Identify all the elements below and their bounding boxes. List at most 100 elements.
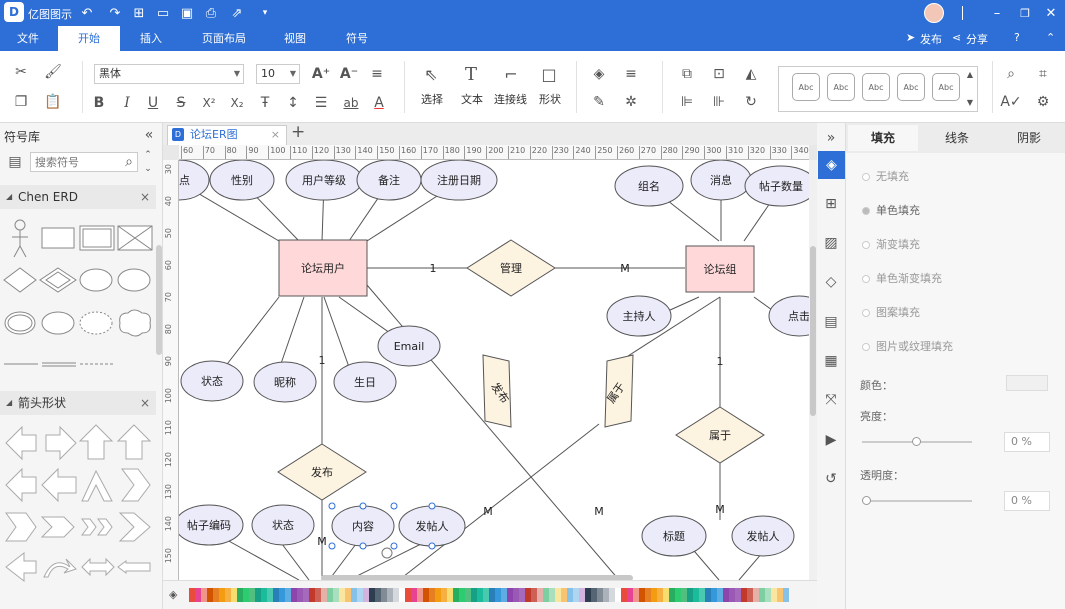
- open-file-icon[interactable]: ▭: [152, 2, 174, 24]
- style-preset-2[interactable]: Abc: [827, 73, 855, 101]
- color-picker[interactable]: [1006, 375, 1048, 391]
- search-icon[interactable]: ⌕: [118, 151, 140, 173]
- library-scrollbar[interactable]: [156, 245, 162, 355]
- layout-icon[interactable]: ⊞: [820, 193, 842, 215]
- format-painter-icon[interactable]: 🖌: [42, 61, 64, 83]
- close-section-icon[interactable]: ×: [140, 185, 150, 209]
- tab-line[interactable]: 线条: [922, 125, 992, 151]
- effects-icon[interactable]: ✲: [620, 91, 642, 113]
- close-section-icon[interactable]: ×: [140, 391, 150, 415]
- text-tool-label[interactable]: 文本: [461, 91, 483, 107]
- selection-handle[interactable]: [359, 542, 367, 550]
- line-style-icon[interactable]: ≡: [620, 63, 642, 85]
- color-swatches[interactable]: [189, 588, 809, 602]
- italic-icon[interactable]: I: [116, 92, 138, 114]
- slider-knob[interactable]: [912, 437, 921, 446]
- transparency-input[interactable]: 0 %: [1004, 491, 1050, 511]
- brightness-input[interactable]: 0 %: [1004, 432, 1050, 452]
- share-button[interactable]: 分享: [966, 31, 988, 47]
- bullet-list-icon[interactable]: ☰: [310, 92, 332, 114]
- add-tab-icon[interactable]: +: [291, 122, 305, 142]
- redo-icon[interactable]: ↷: [104, 2, 126, 24]
- font-name-select[interactable]: 黑体 ▼: [94, 64, 244, 84]
- close-tab-icon[interactable]: ×: [271, 126, 280, 144]
- selection-handle[interactable]: [428, 502, 436, 510]
- superscript-icon[interactable]: X²: [198, 92, 220, 114]
- transparency-slider[interactable]: [862, 496, 972, 505]
- page-icon[interactable]: ▤: [820, 311, 842, 333]
- selection-handle[interactable]: [390, 502, 398, 510]
- menu-symbols[interactable]: 符号: [330, 26, 384, 51]
- image-icon[interactable]: ▨: [820, 232, 842, 254]
- brightness-slider[interactable]: [862, 437, 972, 446]
- publish-icon[interactable]: ➤: [906, 31, 915, 44]
- find-icon[interactable]: ⌕: [1000, 63, 1022, 85]
- connector-tool-icon[interactable]: ⌐: [500, 63, 522, 85]
- line-spacing-icon[interactable]: ↕: [282, 92, 304, 114]
- minimize-icon[interactable]: –: [986, 2, 1008, 24]
- export-icon[interactable]: ⇗: [226, 2, 248, 24]
- er-diagram-canvas[interactable]: 论坛用户论坛组管理发布发布属于属于户点性别用户等级备注注册日期组名消息帖子数量主…: [179, 160, 809, 580]
- presentation-icon[interactable]: ▶: [820, 429, 842, 451]
- fill-panel-icon[interactable]: ◈: [818, 151, 845, 179]
- rotate-icon[interactable]: ↻: [740, 91, 762, 113]
- font-color-icon[interactable]: A: [368, 92, 390, 114]
- collapse-ribbon-icon[interactable]: ⌃: [1046, 31, 1055, 44]
- size-icon[interactable]: ⊡: [708, 63, 730, 85]
- fill-bucket-icon[interactable]: ◈: [588, 63, 610, 85]
- select-tool-icon[interactable]: ⇖: [420, 63, 442, 85]
- select-tool-label[interactable]: 选择: [421, 91, 443, 107]
- undo-icon[interactable]: ↶: [76, 2, 98, 24]
- connector-tool-label[interactable]: 连接线: [494, 91, 527, 107]
- text-case-icon[interactable]: Ŧ: [254, 92, 276, 114]
- menu-page-layout[interactable]: 页面布局: [190, 26, 258, 51]
- close-icon[interactable]: ✕: [1040, 2, 1062, 24]
- help-icon[interactable]: ?: [1014, 31, 1020, 44]
- section-arrow-shapes[interactable]: ◢ 箭头形状 ×: [0, 391, 156, 415]
- fill-option-picture[interactable]: 图片或纹理填充: [862, 338, 953, 354]
- copy-icon[interactable]: ❐: [10, 91, 32, 113]
- rotate-handle-icon[interactable]: [381, 547, 393, 559]
- share-icon[interactable]: ⋖: [952, 31, 961, 44]
- tab-shadow[interactable]: 阴影: [994, 125, 1064, 151]
- distribute-icon[interactable]: ⊪: [708, 91, 730, 113]
- color-swatch[interactable]: [783, 588, 789, 602]
- print-icon[interactable]: ⎙: [200, 2, 222, 24]
- history-icon[interactable]: ↺: [820, 468, 842, 490]
- text-tool-icon[interactable]: T: [460, 63, 482, 85]
- quick-access-dropdown-icon[interactable]: ▾: [254, 2, 276, 24]
- pen-icon[interactable]: ✎: [588, 91, 610, 113]
- fill-option-single-gradient[interactable]: 单色渐变填充: [862, 270, 942, 286]
- menu-insert[interactable]: 插入: [124, 26, 178, 51]
- collapse-panel-icon[interactable]: «: [138, 124, 160, 146]
- section-chen-erd[interactable]: ◢ Chen ERD ×: [0, 185, 156, 209]
- user-avatar[interactable]: [924, 3, 944, 23]
- publish-button[interactable]: 发布: [920, 31, 942, 47]
- strikethrough-icon[interactable]: S: [170, 92, 192, 114]
- selection-handle[interactable]: [390, 542, 398, 550]
- fill-option-pattern[interactable]: 图案填充: [862, 304, 920, 320]
- increase-font-icon[interactable]: A⁺: [310, 63, 332, 85]
- font-size-select[interactable]: 10 ▼: [256, 64, 300, 84]
- restore-icon[interactable]: ❐: [1014, 2, 1036, 24]
- scrollbar-thumb[interactable]: [810, 246, 816, 416]
- underline-icon[interactable]: U: [142, 92, 164, 114]
- style-preset-1[interactable]: Abc: [792, 73, 820, 101]
- selection-handle[interactable]: [428, 542, 436, 550]
- fill-option-none[interactable]: 无填充: [862, 168, 909, 184]
- cut-icon[interactable]: ✂: [10, 61, 32, 83]
- document-tab[interactable]: D 论坛ER图 ×: [167, 125, 287, 145]
- style-preset-4[interactable]: Abc: [897, 73, 925, 101]
- group-icon[interactable]: ⧉: [676, 63, 698, 85]
- layers-icon[interactable]: ◇: [820, 271, 842, 293]
- transform-icon[interactable]: ⤧: [820, 389, 842, 411]
- subscript-icon[interactable]: X₂: [226, 92, 248, 114]
- spell-check-icon[interactable]: A✓: [1000, 91, 1022, 113]
- bold-icon[interactable]: B: [88, 92, 110, 114]
- fill-option-solid[interactable]: 单色填充: [862, 202, 920, 218]
- style-preset-3[interactable]: Abc: [862, 73, 890, 101]
- selection-handle[interactable]: [359, 502, 367, 510]
- tab-fill[interactable]: 填充: [848, 125, 918, 151]
- selection-handle[interactable]: [328, 502, 336, 510]
- decrease-font-icon[interactable]: A⁻: [338, 63, 360, 85]
